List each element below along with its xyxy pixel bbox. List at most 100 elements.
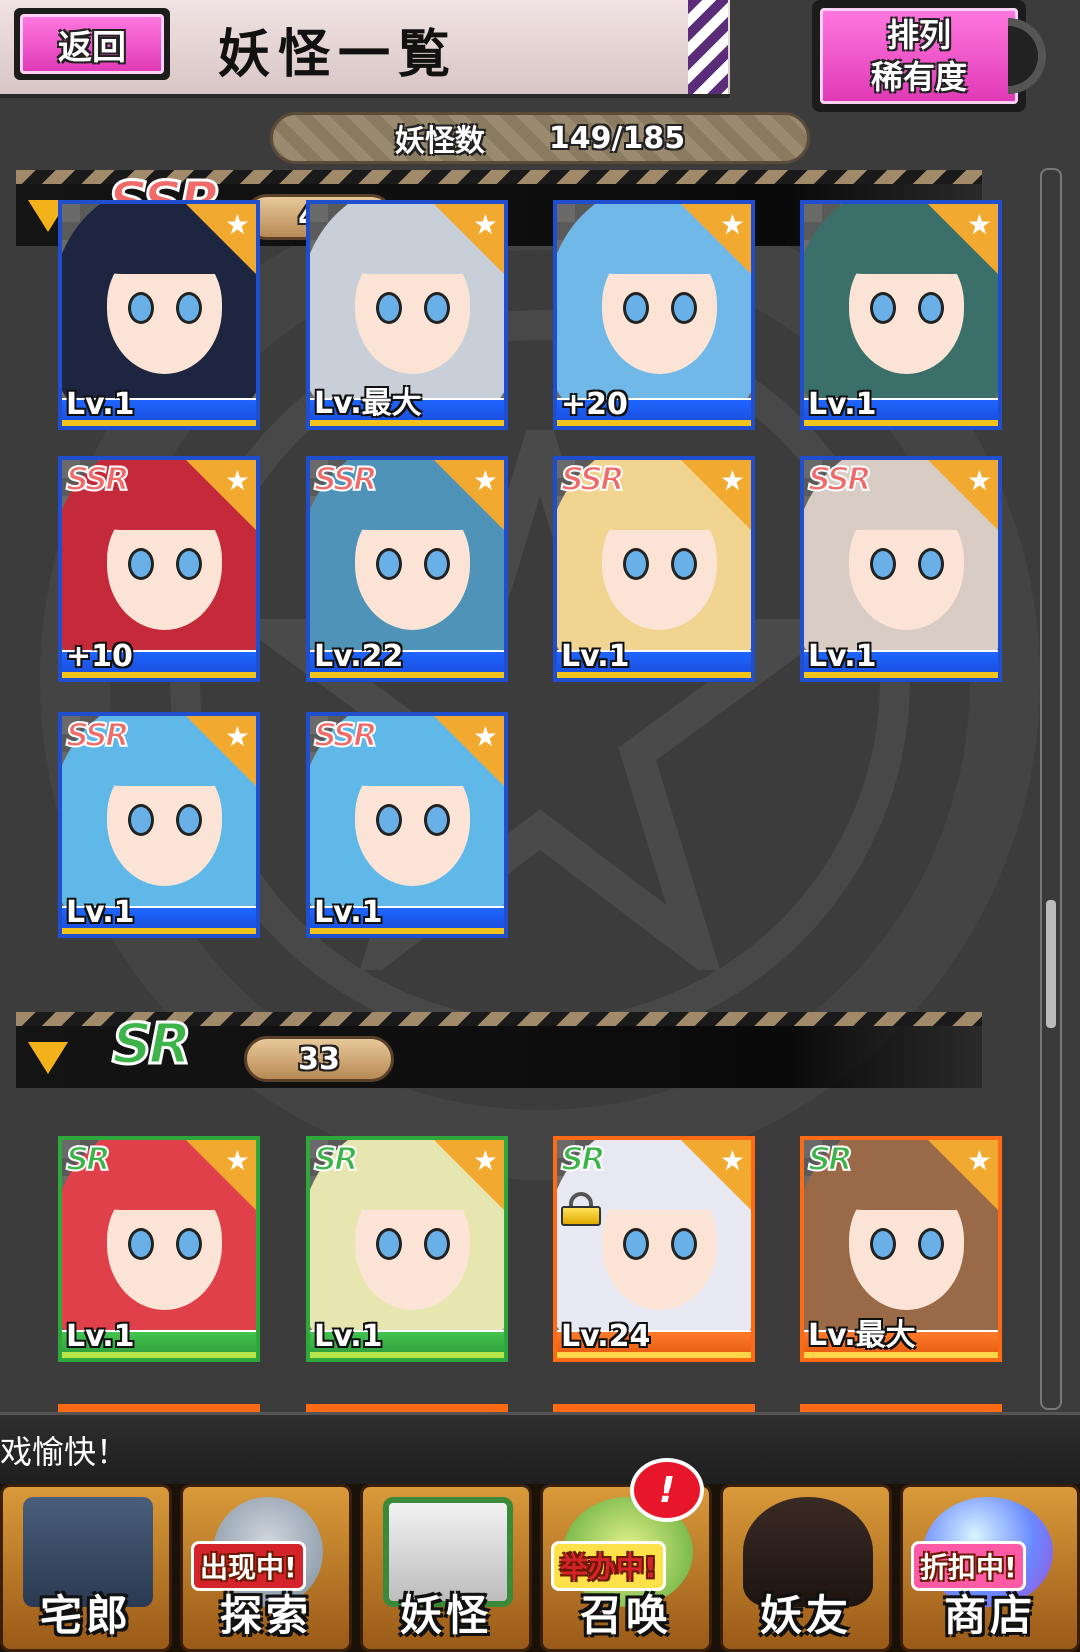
yokai-count-bar: 妖怪数 149/185	[270, 112, 810, 164]
yokai-card[interactable]: ★ SR Lv.最大	[800, 1136, 1002, 1362]
level-label: Lv.最大	[808, 1318, 916, 1353]
rarity-badge: SSR	[65, 460, 131, 499]
category-header-sr[interactable]: SR 33	[16, 1011, 982, 1092]
rarity-badge: SSR	[313, 460, 379, 499]
yokai-count-value: 149/185	[548, 120, 686, 156]
nav-shop[interactable]: 折扣中! 商店	[900, 1484, 1080, 1652]
star-icon: ★	[719, 208, 745, 241]
yokai-card-partial[interactable]	[553, 1404, 755, 1412]
portrait-eye	[376, 804, 402, 836]
sort-button-label: 排列	[886, 16, 951, 54]
rarity-badge: SR	[807, 1140, 854, 1179]
portrait-eye	[176, 804, 202, 836]
yokai-card[interactable]: ★SSRLv.1	[553, 456, 755, 682]
level-label: Lv.1	[66, 895, 135, 930]
portrait-eye	[128, 1228, 154, 1260]
portrait-eye	[671, 548, 697, 580]
star-icon: ★	[472, 1144, 498, 1177]
yokai-count-label: 妖怪数	[394, 124, 485, 159]
portrait-eye	[176, 292, 202, 324]
level-label: Lv.22	[314, 639, 404, 674]
yokai-card-partial[interactable]	[306, 1404, 508, 1412]
level-label: Lv.1	[808, 387, 877, 422]
nav-home[interactable]: 宅郎	[0, 1484, 172, 1652]
portrait-eye	[623, 1228, 649, 1260]
nav-label: 召唤	[579, 1591, 672, 1640]
rarity-badge: SSR	[560, 460, 626, 499]
header-bar: 返回 妖怪一覧	[0, 0, 730, 98]
yokai-card[interactable]: ★ SR Lv.24	[553, 1136, 755, 1362]
nav-label: 宅郎	[39, 1591, 132, 1640]
portrait-eye	[376, 292, 402, 324]
portrait-eye	[623, 292, 649, 324]
star-icon: ★	[472, 720, 498, 753]
level-label: Lv.24	[561, 1319, 651, 1354]
star-icon: ★	[472, 208, 498, 241]
portrait-eye	[671, 292, 697, 324]
sort-button-value: 稀有度	[870, 58, 967, 96]
portrait-eye	[870, 292, 896, 324]
nav-label: 妖友	[759, 1591, 852, 1640]
yokai-card[interactable]: ★SSRLv.1	[58, 712, 260, 938]
yokai-card[interactable]: ★ SR Lv.1	[306, 1136, 508, 1362]
portrait-eye	[424, 804, 450, 836]
yokai-card[interactable]: ★SSRLv.最大	[306, 200, 508, 430]
star-icon: ★	[719, 464, 745, 497]
back-button-label: 返回	[20, 14, 164, 74]
yokai-card[interactable]: ★SSRLv.1	[800, 200, 1002, 430]
rarity-badge: SSR	[807, 460, 873, 499]
lock-icon	[561, 1192, 601, 1226]
portrait-eye	[424, 292, 450, 324]
page-title: 妖怪一覧	[218, 24, 459, 85]
star-icon: ★	[966, 1144, 992, 1177]
portrait-eye	[918, 548, 944, 580]
yokai-card[interactable]: ★SSRLv.1	[58, 200, 260, 430]
nav-label: 妖怪	[399, 1591, 492, 1640]
portrait-eye	[870, 1228, 896, 1260]
scrollbar-thumb[interactable]	[1046, 900, 1056, 1028]
rarity-badge: SSR	[65, 716, 131, 755]
collapse-arrow-icon[interactable]	[28, 1042, 68, 1074]
star-icon: ★	[719, 1144, 745, 1177]
level-label: +20	[561, 387, 628, 422]
star-icon: ★	[224, 464, 250, 497]
nav-label: 商店	[943, 1591, 1036, 1640]
scrollbar[interactable]	[1040, 168, 1062, 1410]
portrait-eye	[870, 548, 896, 580]
nav-friends[interactable]: 妖友	[720, 1484, 892, 1652]
rarity-badge: SR	[560, 1140, 607, 1179]
yokai-card-partial[interactable]	[58, 1404, 260, 1412]
yokai-card[interactable]: ★SSRLv.1	[306, 712, 508, 938]
yokai-card[interactable]: ★ SSR +10	[58, 456, 260, 682]
yokai-card[interactable]: ★SSR+20	[553, 200, 755, 430]
back-button[interactable]: 返回	[14, 8, 170, 80]
sort-button[interactable]: 排列 稀有度	[812, 0, 1026, 112]
portrait-eye	[424, 1228, 450, 1260]
portrait-eye	[176, 548, 202, 580]
level-label: Lv.1	[66, 387, 135, 422]
gear-icon	[1008, 0, 1060, 112]
portrait-eye	[623, 548, 649, 580]
yokai-card[interactable]: ★ SR Lv.1	[58, 1136, 260, 1362]
notification-badge[interactable]: !	[630, 1458, 704, 1522]
level-label: Lv.最大	[314, 386, 422, 421]
star-icon: ★	[966, 208, 992, 241]
nav-explore[interactable]: 出现中! 探索	[180, 1484, 352, 1652]
yokai-card[interactable]: ★SSRLv.1	[800, 456, 1002, 682]
category-count: 33	[244, 1036, 394, 1082]
category-rarity-label: SR	[110, 1011, 192, 1079]
portrait-eye	[176, 1228, 202, 1260]
header-decoration	[688, 0, 728, 94]
yokai-card-partial[interactable]	[800, 1404, 1002, 1412]
portrait-eye	[918, 292, 944, 324]
level-label: +10	[66, 639, 133, 674]
rarity-badge: SSR	[313, 716, 379, 755]
star-icon: ★	[224, 1144, 250, 1177]
star-icon: ★	[966, 464, 992, 497]
lock-body	[561, 1206, 601, 1226]
rarity-badge: SR	[65, 1140, 112, 1179]
nav-yokai[interactable]: 妖怪	[360, 1484, 532, 1652]
rarity-badge: SR	[313, 1140, 360, 1179]
portrait-eye	[918, 1228, 944, 1260]
yokai-card[interactable]: ★ SSR Lv.22	[306, 456, 508, 682]
